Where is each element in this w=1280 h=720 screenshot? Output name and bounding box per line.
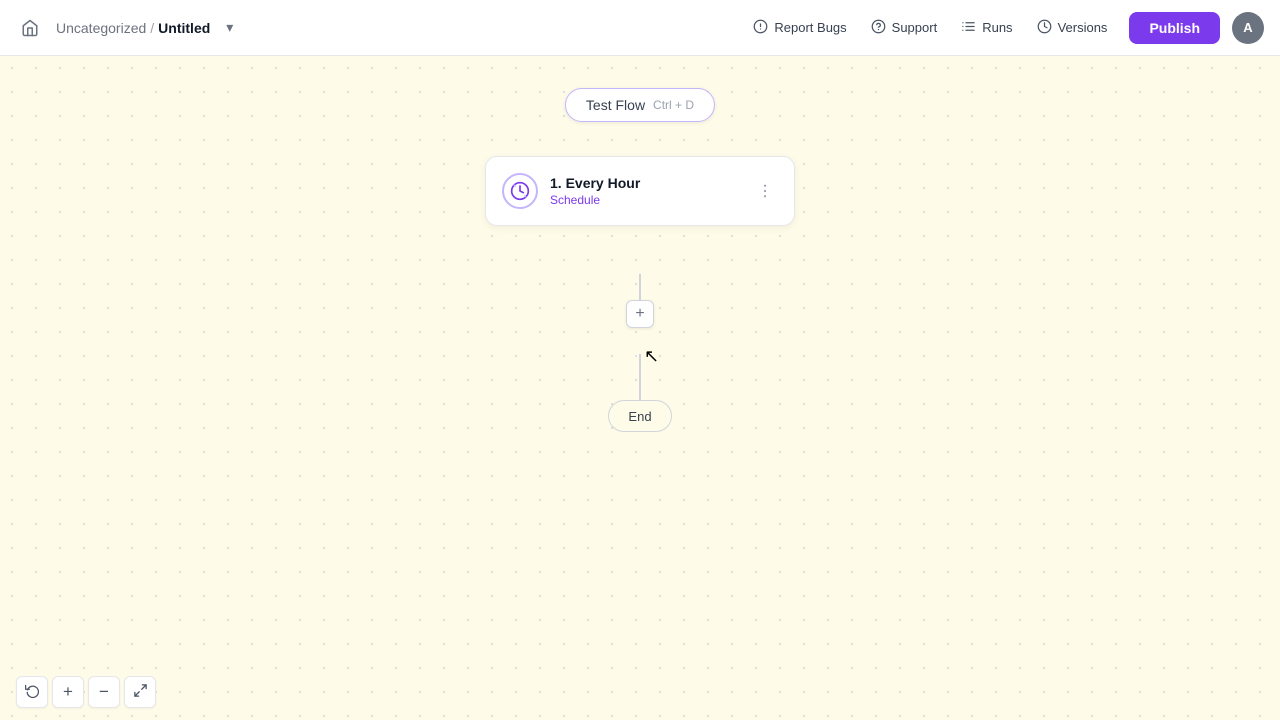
node-content: 1. Every Hour Schedule (550, 175, 740, 207)
breadcrumb: Uncategorized / Untitled (56, 20, 210, 36)
node-title: 1. Every Hour (550, 175, 740, 191)
breadcrumb-separator: / (150, 20, 154, 36)
zoom-out-button[interactable]: − (88, 676, 120, 708)
end-label: End (628, 409, 651, 424)
bottom-toolbar: + − (0, 664, 1280, 720)
home-button[interactable] (16, 14, 44, 42)
versions-button[interactable]: Versions (1027, 13, 1118, 43)
support-icon (871, 19, 886, 37)
node-subtitle: Schedule (550, 193, 740, 207)
refresh-button[interactable] (16, 676, 48, 708)
support-button[interactable]: Support (861, 13, 948, 43)
plus-icon: + (635, 306, 644, 322)
fit-view-button[interactable] (124, 676, 156, 708)
zoom-in-button[interactable]: + (52, 676, 84, 708)
chevron-down-icon: ▾ (226, 19, 233, 36)
versions-icon (1037, 19, 1052, 37)
publish-button[interactable]: Publish (1129, 12, 1220, 44)
fit-icon (133, 683, 148, 702)
report-bugs-button[interactable]: Report Bugs (743, 13, 856, 43)
breadcrumb-current: Untitled (158, 20, 210, 36)
runs-label: Runs (982, 20, 1012, 35)
breadcrumb-chevron-button[interactable]: ▾ (222, 17, 237, 38)
node-icon-wrap (502, 173, 538, 209)
refresh-icon (25, 683, 40, 702)
end-node: End (608, 400, 672, 432)
breadcrumb-parent[interactable]: Uncategorized (56, 20, 146, 36)
versions-label: Versions (1058, 20, 1108, 35)
test-flow-shortcut: Ctrl + D (653, 98, 694, 112)
support-label: Support (892, 20, 938, 35)
zoom-in-icon: + (63, 682, 73, 702)
connector-bottom (639, 354, 641, 402)
report-bugs-icon (753, 19, 768, 37)
report-bugs-label: Report Bugs (774, 20, 846, 35)
avatar[interactable]: A (1232, 12, 1264, 44)
add-node-button[interactable]: + (626, 300, 654, 328)
nav-actions: Report Bugs Support (743, 12, 1264, 44)
canvas: Test Flow Ctrl + D 1. Every Hour Schedul… (0, 56, 1280, 720)
test-flow-label: Test Flow (586, 97, 645, 113)
header: Uncategorized / Untitled ▾ Report Bugs (0, 0, 1280, 56)
every-hour-node[interactable]: 1. Every Hour Schedule (485, 156, 795, 226)
runs-icon (961, 19, 976, 37)
cursor-pointer: ↖ (644, 346, 659, 367)
test-flow-button[interactable]: Test Flow Ctrl + D (565, 88, 715, 122)
zoom-out-icon: − (99, 682, 109, 702)
runs-button[interactable]: Runs (951, 13, 1022, 43)
node-menu-button[interactable] (752, 178, 778, 204)
